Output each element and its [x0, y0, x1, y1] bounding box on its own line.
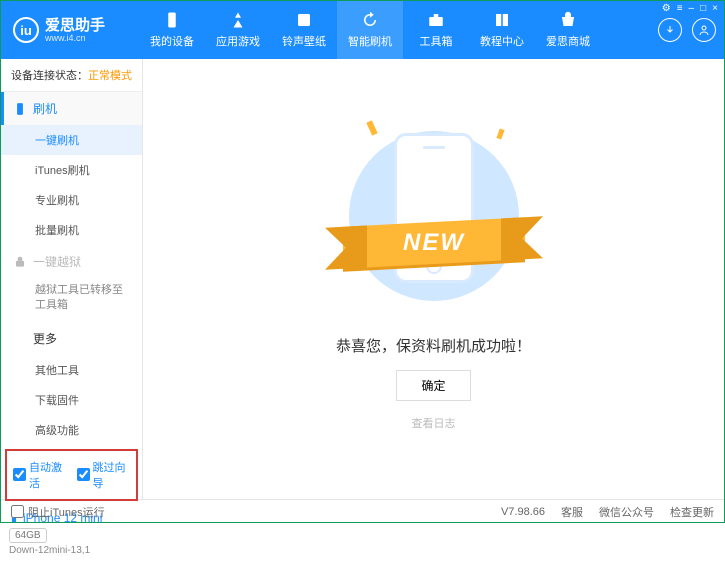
logo: iu 爱思助手 www.i4.cn: [13, 17, 139, 43]
nav-label: 铃声壁纸: [282, 33, 326, 49]
settings-icon[interactable]: ⚙: [662, 3, 671, 14]
sidebar-item-pro[interactable]: 专业刷机: [1, 185, 142, 215]
nav-apps[interactable]: 应用游戏: [205, 1, 271, 59]
version-text: V7.98.66: [501, 506, 545, 518]
lock-icon: [13, 255, 27, 269]
nav-store[interactable]: 爱思商城: [535, 1, 601, 59]
window-controls: ⚙ ≡ – □ ×: [662, 3, 718, 14]
logo-icon: iu: [13, 17, 39, 43]
checkbox[interactable]: [13, 468, 26, 481]
nav-label: 爱思商城: [546, 33, 590, 49]
nav-toolbox[interactable]: 工具箱: [403, 1, 469, 59]
app-header: ⚙ ≡ – □ × iu 爱思助手 www.i4.cn 我的设备 应用游戏 铃声…: [1, 1, 724, 59]
sidebar-section-jailbreak: 一键越狱: [1, 245, 142, 278]
customer-service-link[interactable]: 客服: [561, 504, 583, 520]
nav-label: 教程中心: [480, 33, 524, 49]
conn-label: 设备连接状态：: [11, 70, 88, 82]
success-illustration: NEW: [339, 127, 529, 317]
firmware-text: Down-12mini-13,1: [9, 545, 134, 556]
sidebar-section-more[interactable]: 更多: [1, 322, 142, 355]
storage-badge: 64GB: [9, 528, 47, 543]
ok-button[interactable]: 确定: [396, 370, 470, 401]
store-icon: [559, 11, 577, 29]
refresh-icon: [361, 11, 379, 29]
auto-activate-checkbox[interactable]: 自动激活: [13, 459, 67, 491]
wechat-link[interactable]: 微信公众号: [599, 504, 654, 520]
sidebar-section-flash[interactable]: 刷机: [1, 92, 142, 125]
minimize-icon[interactable]: –: [689, 3, 695, 14]
checkbox[interactable]: [11, 505, 24, 518]
phone-icon: [163, 11, 181, 29]
section-title: 更多: [33, 330, 57, 347]
skip-guide-checkbox[interactable]: 跳过向导: [77, 459, 131, 491]
book-icon: [493, 11, 511, 29]
connection-status: 设备连接状态：正常模式: [1, 59, 142, 92]
wallpaper-icon: [295, 11, 313, 29]
sidebar-item-oneclick[interactable]: 一键刷机: [1, 125, 142, 155]
checkbox-label: 阻止iTunes运行: [28, 504, 105, 520]
checkbox-label: 自动激活: [29, 459, 67, 491]
checkbox[interactable]: [77, 468, 90, 481]
toolbox-icon: [427, 11, 445, 29]
menu-icon[interactable]: ≡: [677, 3, 683, 14]
nav-label: 应用游戏: [216, 33, 260, 49]
user-button[interactable]: [692, 18, 716, 42]
apps-icon: [229, 11, 247, 29]
nav-label: 智能刷机: [348, 33, 392, 49]
nav-my-device[interactable]: 我的设备: [139, 1, 205, 59]
maximize-icon[interactable]: □: [700, 3, 706, 14]
section-title: 刷机: [33, 100, 57, 117]
jailbreak-note: 越狱工具已转移至工具箱: [1, 278, 142, 322]
nav-label: 我的设备: [150, 33, 194, 49]
nav-label: 工具箱: [420, 33, 453, 49]
view-log-link[interactable]: 查看日志: [412, 415, 456, 431]
check-update-link[interactable]: 检查更新: [670, 504, 714, 520]
options-box: 自动激活 跳过向导: [5, 449, 138, 501]
list-icon: [13, 331, 27, 345]
conn-value: 正常模式: [88, 70, 132, 82]
sidebar-item-advanced[interactable]: 高级功能: [1, 415, 142, 445]
phone-icon: [13, 102, 27, 116]
section-title: 一键越狱: [33, 253, 81, 270]
download-button[interactable]: [658, 18, 682, 42]
checkbox-label: 跳过向导: [93, 459, 131, 491]
sidebar-item-batch[interactable]: 批量刷机: [1, 215, 142, 245]
main-nav: 我的设备 应用游戏 铃声壁纸 智能刷机 工具箱 教程中心 爱思商城: [139, 1, 601, 59]
app-url: www.i4.cn: [45, 33, 105, 43]
sidebar-item-other[interactable]: 其他工具: [1, 355, 142, 385]
nav-tutorials[interactable]: 教程中心: [469, 1, 535, 59]
nav-flash[interactable]: 智能刷机: [337, 1, 403, 59]
sidebar-item-itunes[interactable]: iTunes刷机: [1, 155, 142, 185]
ribbon-text: NEW: [403, 229, 465, 257]
app-title: 爱思助手: [45, 18, 105, 33]
sidebar: 设备连接状态：正常模式 刷机 一键刷机 iTunes刷机 专业刷机 批量刷机 一…: [1, 59, 143, 499]
nav-ringtone[interactable]: 铃声壁纸: [271, 1, 337, 59]
success-message: 恭喜您，保资料刷机成功啦！: [336, 335, 531, 356]
sidebar-item-download-fw[interactable]: 下载固件: [1, 385, 142, 415]
close-icon[interactable]: ×: [712, 3, 718, 14]
block-itunes-checkbox[interactable]: 阻止iTunes运行: [11, 504, 105, 520]
main-content: NEW 恭喜您，保资料刷机成功啦！ 确定 查看日志: [143, 59, 724, 499]
